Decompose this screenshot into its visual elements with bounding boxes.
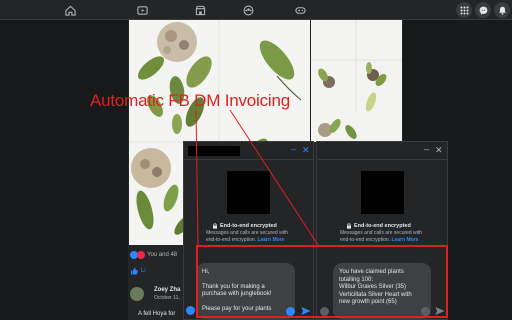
more-actions-icon[interactable] (186, 306, 195, 315)
comment-date[interactable]: October 11, (154, 295, 180, 301)
comment-author[interactable]: Zoey Zha (154, 287, 180, 293)
e2e-title: End-to-end encrypted (354, 223, 411, 229)
like-button[interactable]: Li (130, 267, 146, 275)
like-label: Li (141, 268, 146, 274)
groups-icon[interactable] (242, 4, 254, 16)
e2e-description: Messages and calls are secured with end-… (206, 230, 296, 243)
e2e-title: End-to-end encrypted (220, 223, 277, 229)
contact-profile-image (361, 171, 404, 214)
lock-icon (213, 223, 217, 229)
post-photo-bottom-right[interactable] (311, 112, 402, 142)
close-icon[interactable]: ✕ (302, 145, 310, 155)
lock-icon (347, 223, 351, 229)
menu-grid-icon (460, 6, 468, 14)
learn-more-link[interactable]: Learn More (391, 237, 418, 243)
notifications-button[interactable] (494, 2, 510, 18)
minimize-icon[interactable]: – (291, 144, 296, 154)
minimize-icon[interactable]: – (424, 144, 429, 154)
avatar[interactable] (130, 287, 144, 301)
chat-header: – ✕ (184, 142, 313, 160)
love-reaction-icon (137, 251, 145, 259)
thumbs-up-icon (131, 267, 138, 275)
messenger-button[interactable] (475, 2, 491, 18)
watch-icon[interactable] (136, 4, 148, 16)
reactions-text: You and 48 (147, 252, 178, 258)
home-icon[interactable] (64, 4, 76, 16)
top-nav-bar (0, 0, 512, 20)
reactions-summary[interactable]: You and 48 (130, 251, 177, 259)
annotation-box (196, 245, 448, 318)
learn-more-link[interactable]: Learn More (257, 237, 284, 243)
gaming-icon[interactable] (294, 4, 306, 16)
e2e-description: Messages and calls are secured with end-… (340, 230, 430, 243)
close-icon[interactable]: ✕ (435, 145, 443, 155)
contact-profile-image (227, 171, 270, 214)
plant-photo-image (311, 112, 402, 142)
menu-grid-button[interactable] (456, 2, 472, 18)
marketplace-icon[interactable] (194, 4, 206, 16)
bell-icon (498, 6, 506, 15)
comment-text: A fell Hoya for (138, 311, 176, 317)
annotation-label: Automatic FB DM Invoicing (90, 91, 291, 110)
chat-header: – ✕ (317, 142, 447, 160)
redacted-contact-name (188, 146, 240, 156)
messenger-icon (479, 6, 487, 15)
